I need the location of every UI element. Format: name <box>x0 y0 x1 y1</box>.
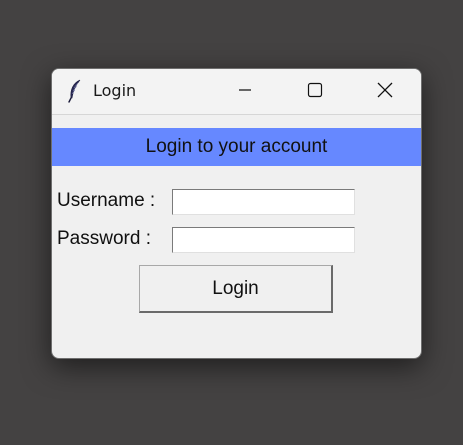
close-button[interactable] <box>362 69 408 114</box>
password-label: Password : <box>57 228 151 249</box>
window-title: Login <box>93 81 137 100</box>
login-window: Login Login to your account Username : P… <box>51 68 422 359</box>
minimize-icon <box>237 82 253 102</box>
close-icon <box>376 81 394 103</box>
maximize-button[interactable] <box>292 69 338 114</box>
password-input[interactable] <box>172 227 355 253</box>
feather-icon <box>67 79 83 103</box>
maximize-icon <box>307 82 323 102</box>
username-label: Username : <box>57 190 156 211</box>
login-button[interactable]: Login <box>139 265 333 313</box>
login-heading: Login to your account <box>52 128 421 166</box>
minimize-button[interactable] <box>222 69 268 114</box>
title-bar[interactable]: Login <box>52 69 421 115</box>
username-input[interactable] <box>172 189 355 215</box>
